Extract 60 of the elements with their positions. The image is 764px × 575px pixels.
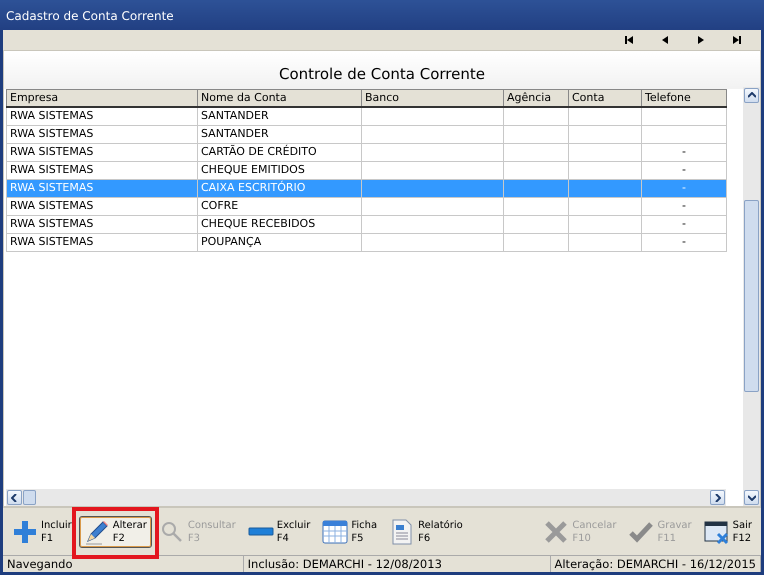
skip-last-icon (732, 35, 742, 45)
table-row[interactable]: RWA SISTEMAS POUPANÇA - (6, 233, 726, 251)
toolbar-button[interactable]: Sair F12 (698, 516, 757, 548)
column-header[interactable]: Telefone (642, 89, 726, 107)
calendar-icon (322, 518, 348, 544)
table-cell: COFRE (201, 198, 238, 212)
toolbar-button[interactable]: Alterar F2 (78, 516, 152, 548)
table-cell: - (682, 144, 686, 158)
window-title: Cadastro de Conta Corrente (0, 0, 764, 30)
table-cell: SANTANDER (201, 109, 269, 122)
table-cell: - (682, 216, 686, 230)
table-row[interactable]: RWA SISTEMAS CARTÃO DE CRÉDITO - (6, 143, 726, 161)
right-arrow-icon (696, 35, 706, 45)
toolbar-button[interactable]: Incluir F1 (7, 516, 77, 548)
table-cell: CARTÃO DE CRÉDITO (201, 144, 317, 158)
skip-first-icon (624, 35, 634, 45)
window-exit-icon (704, 518, 730, 544)
column-header[interactable]: Conta (568, 89, 642, 107)
column-header[interactable]: Agência (504, 89, 568, 107)
table-row[interactable]: RWA SISTEMAS COFRE - (6, 197, 726, 215)
table-cell: RWA SISTEMAS (10, 109, 94, 122)
table-cell: - (682, 198, 686, 212)
table-cell: CHEQUE RECEBIDOS (201, 216, 316, 230)
x-icon (543, 518, 570, 544)
status-text: Navegando (3, 556, 244, 572)
scroll-right-button[interactable] (710, 490, 725, 505)
scroll-down-button[interactable] (744, 490, 759, 505)
table-row[interactable]: RWA SISTEMAS SANTANDER (6, 125, 726, 143)
table-cell: SANTANDER (201, 126, 269, 140)
plus-icon (12, 518, 38, 544)
table-cell: - (682, 180, 686, 194)
status-text: Alteração: DEMARCHI - 16/12/2015 (550, 556, 761, 572)
column-header[interactable]: Nome da Conta (198, 89, 362, 107)
table-row[interactable]: RWA SISTEMAS CHEQUE RECEBIDOS - (6, 215, 726, 233)
status-text: Inclusão: DEMARCHI - 12/08/2013 (244, 556, 550, 572)
table-cell: RWA SISTEMAS (10, 234, 94, 248)
table-cell: RWA SISTEMAS (10, 162, 94, 176)
table-cell: CHEQUE EMITIDOS (201, 162, 305, 176)
table-cell: RWA SISTEMAS (10, 144, 94, 158)
table-cell: POUPANÇA (201, 234, 262, 248)
scroll-up-button[interactable] (744, 88, 759, 102)
toolbar-button[interactable]: Relatório F6 (384, 516, 468, 548)
toolbar-button[interactable]: Excluir F4 (242, 516, 316, 548)
column-header[interactable]: Banco (362, 89, 504, 107)
table-cell: RWA SISTEMAS (10, 216, 94, 230)
toolbar-button[interactable]: Ficha F5 (317, 516, 382, 548)
left-arrow-icon (660, 35, 670, 45)
table-cell: RWA SISTEMAS (10, 126, 94, 140)
table-cell: RWA SISTEMAS (10, 180, 94, 194)
table-cell: RWA SISTEMAS (10, 198, 94, 212)
pencil-icon (84, 518, 110, 544)
table-row[interactable]: RWA SISTEMAS SANTANDER (6, 107, 726, 125)
scrollbar-thumb[interactable] (744, 200, 759, 392)
table-cell: - (682, 234, 686, 248)
column-header[interactable]: Empresa (6, 89, 198, 107)
table-cell: - (682, 162, 686, 176)
table-cell: CAIXA ESCRITÓRIO (201, 180, 306, 194)
scroll-left-button[interactable] (7, 490, 22, 505)
table-row[interactable]: RWA SISTEMAS CHEQUE EMITIDOS - (6, 161, 726, 179)
scrollbar-thumb[interactable] (23, 490, 36, 505)
